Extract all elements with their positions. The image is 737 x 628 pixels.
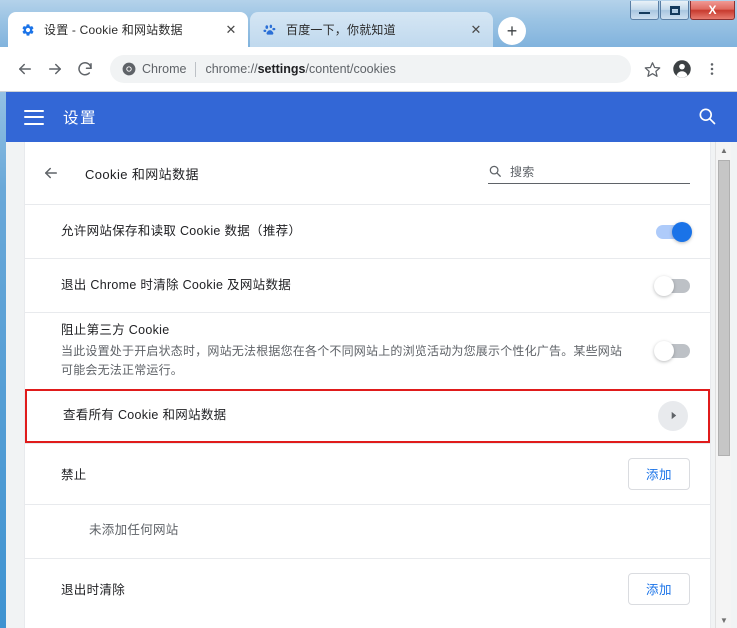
- minimize-button[interactable]: [630, 1, 659, 20]
- three-dot-menu-icon: [704, 61, 720, 77]
- maximize-icon: [670, 6, 680, 15]
- minimize-icon: [639, 12, 650, 14]
- toggle-clear-on-exit[interactable]: [656, 279, 690, 293]
- forward-button[interactable]: [40, 54, 70, 84]
- settings-card: Cookie 和网站数据 搜索 允许网站保存和读取 Cookie 数据（推荐）: [24, 142, 711, 628]
- scroll-down-button[interactable]: ▼: [716, 612, 732, 628]
- tab-title: 设置 - Cookie 和网站数据: [44, 21, 218, 38]
- add-clear-on-exit-site-button[interactable]: 添加: [628, 573, 690, 605]
- row-text: 阻止第三方 Cookie 当此设置处于开启状态时，网站无法根据您在各个不同网站上…: [61, 313, 640, 389]
- baidu-paw-icon: [262, 22, 278, 38]
- tab-title: 百度一下，你就知道: [286, 21, 463, 38]
- settings-header: 设置: [6, 92, 737, 142]
- chevron-right-glyph: [669, 411, 678, 420]
- toggle-allow-cookies[interactable]: [656, 225, 690, 239]
- row-text: 退出 Chrome 时清除 Cookie 及网站数据: [61, 268, 640, 302]
- tab-settings[interactable]: 设置 - Cookie 和网站数据 ✕: [8, 12, 248, 47]
- address-bar[interactable]: Chrome chrome://settings/content/cookies: [110, 55, 631, 83]
- caret-down-icon: ▼: [720, 616, 728, 625]
- setting-label: 阻止第三方 Cookie: [61, 321, 640, 339]
- site-identity-label: Chrome: [142, 62, 186, 76]
- reload-button[interactable]: [70, 54, 100, 84]
- setting-row-see-all-cookies[interactable]: 查看所有 Cookie 和网站数据: [27, 391, 708, 441]
- search-icon: [488, 164, 502, 178]
- tab-strip: X 设置 - Cookie 和网站数据 ✕ 百: [0, 0, 737, 47]
- settings-title: 设置: [63, 106, 697, 128]
- maximize-button[interactable]: [660, 1, 689, 20]
- gear-icon: [20, 22, 36, 38]
- close-window-icon: X: [708, 3, 716, 17]
- section-block: 禁止 添加: [25, 443, 710, 504]
- settings-search-field[interactable]: 搜索: [488, 163, 690, 184]
- back-arrow-icon: [42, 164, 60, 182]
- bookmark-star-button[interactable]: [637, 54, 667, 84]
- setting-description: 当此设置处于开启状态时，网站无法根据您在各个不同网站上的浏览活动为您展示个性化广…: [61, 342, 631, 380]
- scrollbar-thumb[interactable]: [718, 160, 730, 456]
- setting-label: 查看所有 Cookie 和网站数据: [63, 406, 658, 424]
- site-identity: Chrome: [122, 62, 186, 76]
- plus-icon: +: [507, 22, 518, 40]
- toggle-knob: [654, 341, 674, 361]
- setting-row-allow-cookies[interactable]: 允许网站保存和读取 Cookie 数据（推荐）: [25, 204, 710, 258]
- window-controls: X: [629, 1, 735, 21]
- chrome-menu-button[interactable]: [697, 54, 727, 84]
- row-text: 允许网站保存和读取 Cookie 数据（推荐）: [61, 214, 640, 248]
- settings-content-area: Cookie 和网站数据 搜索 允许网站保存和读取 Cookie 数据（推荐）: [6, 142, 737, 628]
- toggle-knob: [654, 276, 674, 296]
- toggle-knob: [672, 222, 692, 242]
- close-window-button[interactable]: X: [690, 1, 735, 20]
- section-title: 禁止: [61, 464, 612, 483]
- back-arrow-icon: [16, 60, 34, 78]
- block-empty-state: 未添加任何网站: [25, 504, 710, 558]
- add-block-site-button[interactable]: 添加: [628, 458, 690, 490]
- setting-label: 允许网站保存和读取 Cookie 数据（推荐）: [61, 222, 640, 240]
- setting-label: 退出 Chrome 时清除 Cookie 及网站数据: [61, 276, 640, 294]
- chrome-logo-icon: [122, 62, 136, 76]
- reload-icon: [76, 60, 94, 78]
- highlight-annotation: 查看所有 Cookie 和网站数据: [25, 389, 710, 443]
- search-icon: [697, 106, 717, 126]
- section-clear-on-exit: 退出时清除 添加: [25, 558, 710, 619]
- row-text: 查看所有 Cookie 和网站数据: [63, 398, 658, 432]
- tab-close-button[interactable]: ✕: [222, 21, 240, 39]
- page-header: Cookie 和网站数据 搜索: [25, 142, 710, 204]
- profile-avatar-icon: [672, 59, 692, 79]
- toggle-block-third-party[interactable]: [656, 344, 690, 358]
- scroll-up-button[interactable]: ▲: [716, 142, 732, 158]
- omnibox-separator: [195, 62, 196, 77]
- chevron-right-icon[interactable]: [658, 401, 688, 431]
- forward-arrow-icon: [46, 60, 64, 78]
- setting-row-clear-on-exit[interactable]: 退出 Chrome 时清除 Cookie 及网站数据: [25, 258, 710, 312]
- star-icon: [644, 61, 661, 78]
- tab-baidu[interactable]: 百度一下，你就知道 ✕: [250, 12, 493, 47]
- section-title: 退出时清除: [61, 579, 612, 598]
- setting-row-block-third-party[interactable]: 阻止第三方 Cookie 当此设置处于开启状态时，网站无法根据您在各个不同网站上…: [25, 312, 710, 389]
- profile-button[interactable]: [667, 54, 697, 84]
- settings-search-button[interactable]: [697, 106, 719, 128]
- browser-window: X 设置 - Cookie 和网站数据 ✕ 百: [0, 0, 737, 628]
- new-tab-button[interactable]: +: [498, 17, 526, 45]
- tab-close-button[interactable]: ✕: [467, 21, 485, 39]
- url-text: chrome://settings/content/cookies: [205, 62, 395, 76]
- content-scrollbar[interactable]: ▲ ▼: [715, 142, 731, 628]
- page-back-button[interactable]: [39, 161, 63, 185]
- search-input-placeholder: 搜索: [510, 163, 535, 180]
- hamburger-menu-icon[interactable]: [24, 110, 44, 125]
- back-button[interactable]: [10, 54, 40, 84]
- browser-toolbar: Chrome chrome://settings/content/cookies: [0, 47, 737, 92]
- page-title: Cookie 和网站数据: [85, 164, 488, 183]
- caret-up-icon: ▲: [720, 146, 728, 155]
